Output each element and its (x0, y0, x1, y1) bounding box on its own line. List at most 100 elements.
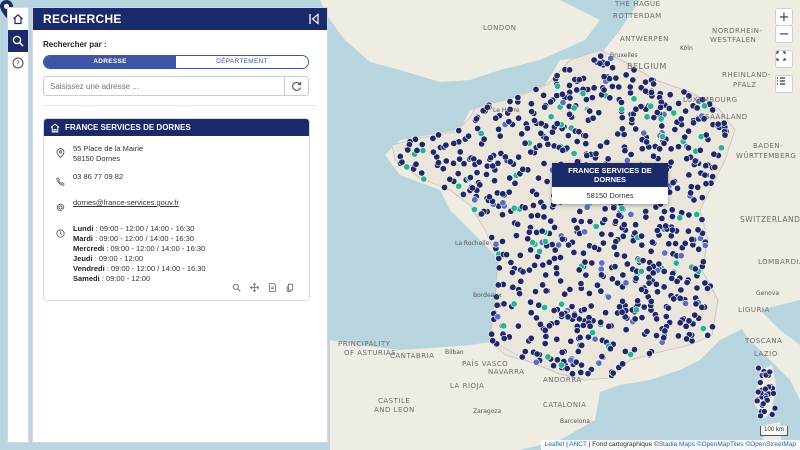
service-marker[interactable] (595, 109, 603, 117)
service-marker[interactable] (579, 249, 587, 257)
service-marker[interactable] (547, 98, 555, 106)
service-marker[interactable] (527, 334, 535, 342)
service-marker[interactable] (476, 181, 484, 189)
service-marker[interactable] (584, 333, 592, 341)
service-marker[interactable] (582, 132, 590, 140)
service-marker[interactable] (575, 266, 583, 274)
service-marker[interactable] (675, 99, 683, 107)
service-marker[interactable] (565, 241, 573, 249)
copy-button[interactable] (286, 283, 295, 292)
print-button[interactable] (268, 283, 277, 292)
service-marker[interactable] (568, 303, 576, 311)
service-marker[interactable] (642, 87, 650, 95)
service-marker[interactable] (693, 284, 701, 292)
service-marker[interactable] (514, 94, 522, 102)
service-marker[interactable] (667, 158, 675, 166)
layers-list-button[interactable] (775, 75, 793, 93)
service-marker[interactable] (714, 120, 722, 128)
service-marker[interactable] (500, 300, 508, 308)
service-marker[interactable] (676, 214, 684, 222)
service-marker[interactable] (699, 258, 707, 266)
service-marker[interactable] (640, 129, 648, 137)
service-marker[interactable] (575, 76, 583, 84)
service-marker[interactable] (667, 145, 675, 153)
service-marker[interactable] (613, 251, 621, 259)
service-marker[interactable] (668, 274, 676, 282)
service-marker[interactable] (650, 80, 658, 88)
service-marker[interactable] (591, 243, 599, 251)
service-marker[interactable] (653, 315, 661, 323)
service-marker[interactable] (690, 196, 698, 204)
service-marker[interactable] (701, 171, 709, 179)
service-marker[interactable] (685, 211, 693, 219)
service-marker[interactable] (717, 144, 725, 152)
service-marker[interactable] (429, 134, 437, 142)
service-marker[interactable] (523, 124, 531, 132)
service-marker[interactable] (702, 162, 710, 170)
service-marker[interactable] (638, 285, 646, 293)
service-marker[interactable] (588, 259, 596, 267)
collapse-panel-button[interactable] (307, 12, 321, 26)
service-marker[interactable] (762, 385, 769, 393)
service-marker[interactable] (699, 325, 707, 333)
service-marker[interactable] (527, 246, 535, 254)
service-marker[interactable] (605, 322, 613, 330)
service-marker[interactable] (525, 228, 533, 236)
service-marker[interactable] (627, 151, 635, 159)
service-marker[interactable] (495, 125, 503, 133)
service-marker[interactable] (570, 311, 578, 319)
service-marker[interactable] (456, 148, 464, 156)
service-marker[interactable] (548, 128, 556, 136)
service-marker[interactable] (586, 107, 594, 115)
service-marker[interactable] (688, 235, 696, 243)
service-marker[interactable] (515, 153, 523, 161)
service-marker[interactable] (597, 52, 605, 60)
service-marker[interactable] (565, 110, 573, 118)
service-marker[interactable] (489, 337, 497, 345)
attribution-stadia-link[interactable]: Stadia Maps (659, 441, 695, 448)
service-marker[interactable] (403, 163, 411, 171)
service-marker[interactable] (641, 78, 649, 86)
service-marker[interactable] (536, 247, 544, 255)
service-marker[interactable] (558, 300, 566, 308)
service-marker[interactable] (603, 138, 611, 146)
service-marker[interactable] (480, 135, 488, 143)
service-marker[interactable] (648, 238, 656, 246)
service-marker[interactable] (531, 288, 539, 296)
service-marker[interactable] (566, 66, 574, 74)
service-marker[interactable] (691, 311, 699, 319)
service-marker[interactable] (653, 227, 661, 235)
service-marker[interactable] (592, 222, 600, 230)
service-marker[interactable] (527, 100, 535, 108)
service-marker[interactable] (614, 130, 622, 138)
service-marker[interactable] (567, 356, 575, 364)
service-marker[interactable] (482, 171, 490, 179)
directions-button[interactable] (250, 283, 259, 292)
service-marker[interactable] (702, 180, 710, 188)
service-marker[interactable] (541, 303, 549, 311)
service-marker[interactable] (608, 275, 616, 283)
service-marker[interactable] (711, 163, 719, 171)
service-marker[interactable] (586, 218, 594, 226)
service-marker[interactable] (701, 242, 709, 250)
service-marker[interactable] (574, 347, 582, 355)
service-marker[interactable] (398, 158, 406, 166)
service-marker[interactable] (630, 95, 638, 103)
service-marker[interactable] (639, 257, 647, 265)
service-marker[interactable] (565, 81, 573, 89)
service-marker[interactable] (710, 150, 718, 158)
service-marker[interactable] (579, 90, 587, 98)
service-marker[interactable] (702, 131, 710, 139)
service-marker[interactable] (570, 216, 578, 224)
service-marker[interactable] (525, 266, 533, 274)
service-marker[interactable] (515, 114, 523, 122)
service-marker[interactable] (500, 322, 508, 330)
service-marker[interactable] (559, 99, 567, 107)
service-marker[interactable] (668, 206, 676, 214)
service-marker[interactable] (606, 345, 614, 353)
service-marker[interactable] (604, 155, 612, 163)
service-marker[interactable] (527, 298, 535, 306)
service-marker[interactable] (677, 252, 685, 260)
service-marker[interactable] (583, 152, 591, 160)
fullscreen-button[interactable] (775, 50, 793, 68)
